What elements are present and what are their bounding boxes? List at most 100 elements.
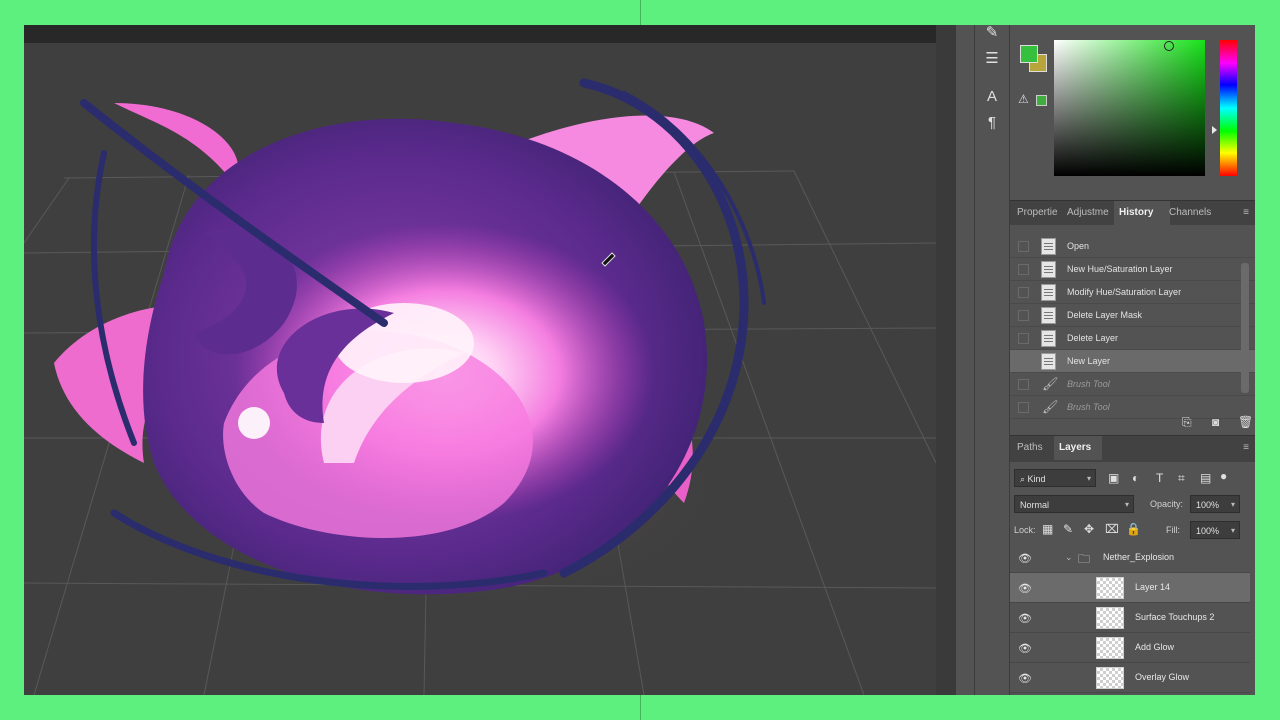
chevron-down-icon: ▾ <box>1124 500 1129 509</box>
brush-icon: 🖌 <box>1042 376 1059 391</box>
document-icon <box>1041 353 1056 370</box>
opacity-value: 100% <box>1196 500 1220 510</box>
filter-type-icon[interactable]: T <box>1156 471 1163 485</box>
layer-thumbnail <box>1096 667 1124 689</box>
panel-menu-icon[interactable]: ≡ <box>1243 207 1249 218</box>
tab-channels[interactable]: Channels <box>1164 201 1224 225</box>
document-icon <box>1041 238 1056 255</box>
opacity-field[interactable]: 100% ▾ <box>1190 495 1240 513</box>
layers-controls: ⌕ Kind ▾ ▣ ◐ T ⌗ ▤ ● Normal ▾ Opacity: 100… <box>1010 462 1255 552</box>
trash-icon[interactable]: 🗑 <box>1238 415 1253 429</box>
history-item-label: Modify Hue/Saturation Layer <box>1067 287 1182 297</box>
document-icon <box>1041 330 1056 347</box>
tab-adjustments[interactable]: Adjustme <box>1062 201 1122 225</box>
history-item[interactable]: New Hue/Saturation Layer <box>1010 258 1255 281</box>
history-brush-source-checkbox[interactable] <box>1018 333 1029 344</box>
history-item[interactable]: Open <box>1010 235 1255 258</box>
visibility-eye-icon[interactable]: 👁 <box>1018 612 1032 625</box>
layer-row[interactable]: 👁 Layer 14 <box>1010 573 1250 603</box>
history-item-label: Delete Layer <box>1067 333 1119 343</box>
layer-filter-dropdown[interactable]: ⌕ Kind ▾ <box>1014 469 1096 487</box>
chevron-down-icon[interactable]: ⌄ <box>1065 552 1073 563</box>
history-brush-source-checkbox[interactable] <box>1018 379 1029 390</box>
blend-mode-value: Normal <box>1020 500 1050 510</box>
lock-position-icon[interactable]: ✥ <box>1084 522 1094 536</box>
lock-transparent-icon[interactable]: ▦ <box>1042 522 1053 536</box>
history-item[interactable]: Delete Layer <box>1010 327 1255 350</box>
history-item-future[interactable]: 🖌 Brush Tool <box>1010 373 1255 396</box>
filter-adjustment-icon[interactable]: ◐ <box>1132 471 1139 485</box>
canvas-scroll-gutter <box>936 25 956 695</box>
history-brush-source-checkbox[interactable] <box>1018 264 1029 275</box>
brush-presets-icon[interactable]: ✎ <box>981 25 1003 43</box>
blend-mode-dropdown[interactable]: Normal ▾ <box>1014 495 1134 513</box>
layer-thumbnail <box>1096 637 1124 659</box>
layer-group-row[interactable]: 👁 ⌄ 🗀 Nether_Explosion <box>1010 543 1250 573</box>
history-item-label: New Layer <box>1067 356 1111 366</box>
paragraph-icon[interactable]: ¶ <box>981 111 1003 133</box>
document-icon <box>1041 284 1056 301</box>
history-item-label: New Hue/Saturation Layer <box>1067 264 1173 274</box>
color-field[interactable] <box>1054 40 1205 176</box>
gamut-swatch[interactable] <box>1036 95 1047 106</box>
folder-icon: 🗀 <box>1078 552 1091 566</box>
filter-toggle-icon[interactable]: ● <box>1220 469 1227 483</box>
history-brush-source-checkbox[interactable] <box>1018 310 1029 321</box>
color-picker-ring[interactable] <box>1164 41 1174 51</box>
history-item[interactable]: Delete Layer Mask <box>1010 304 1255 327</box>
new-document-from-state-icon[interactable]: ⎘ <box>1182 415 1192 430</box>
history-tabbar: Propertie Adjustme History Channels ≡ <box>1010 200 1255 225</box>
document-icon <box>1041 307 1056 324</box>
layer-thumbnail <box>1096 607 1124 629</box>
visibility-eye-icon[interactable]: 👁 <box>1018 582 1032 595</box>
hue-slider[interactable] <box>1220 40 1237 176</box>
history-item[interactable]: Modify Hue/Saturation Layer <box>1010 281 1255 304</box>
document-canvas[interactable] <box>24 43 936 695</box>
layer-group-name: Nether_Explosion <box>1103 552 1175 562</box>
tab-paths[interactable]: Paths <box>1012 436 1058 460</box>
layer-name: Layer 14 <box>1135 582 1171 592</box>
history-brush-source-checkbox[interactable] <box>1018 356 1029 367</box>
history-list: Open New Hue/Saturation Layer Modify Hue… <box>1010 235 1255 419</box>
camera-snapshot-icon[interactable]: ◙ <box>1212 415 1219 429</box>
lock-paint-brush-icon[interactable]: ✎ <box>1063 522 1073 536</box>
history-actions: ⎘ ◙ 🗑 <box>1010 411 1255 433</box>
layer-name: Overlay Glow <box>1135 672 1190 682</box>
color-panel: ⚠ <box>1010 25 1255 197</box>
fill-field[interactable]: 100% ▾ <box>1190 521 1240 539</box>
panel-icon-strip: ✎ ☰ A ¶ <box>974 25 1010 695</box>
document-icon <box>1041 261 1056 278</box>
history-item-active[interactable]: New Layer <box>1010 350 1255 373</box>
hue-slider-arrow-icon[interactable] <box>1212 126 1217 134</box>
visibility-eye-icon[interactable]: 👁 <box>1018 642 1032 655</box>
layer-name: Surface Touchups 2 <box>1135 612 1215 622</box>
tab-layers[interactable]: Layers <box>1054 436 1102 460</box>
layer-filter-value: Kind <box>1027 474 1046 484</box>
lock-all-icon[interactable]: 🔒 <box>1126 522 1141 536</box>
layer-name: Add Glow <box>1135 642 1175 652</box>
filter-shape-icon[interactable]: ⌗ <box>1178 471 1185 486</box>
filter-smart-object-icon[interactable]: ▤ <box>1200 471 1211 485</box>
foreground-color-swatch[interactable] <box>1020 45 1038 63</box>
visibility-eye-icon[interactable]: 👁 <box>1018 552 1032 565</box>
visibility-eye-icon[interactable]: 👁 <box>1018 672 1032 685</box>
lock-artboard-icon[interactable]: ⌧ <box>1105 522 1119 536</box>
lock-label: Lock: <box>1014 525 1036 535</box>
history-scrollbar[interactable] <box>1241 263 1249 393</box>
panel-menu-icon[interactable]: ≡ <box>1243 442 1249 453</box>
chevron-down-icon: ▾ <box>1230 526 1235 535</box>
tab-history[interactable]: History <box>1114 201 1170 225</box>
search-icon: ⌕ <box>1020 474 1028 484</box>
history-brush-source-checkbox[interactable] <box>1018 287 1029 298</box>
history-brush-source-checkbox[interactable] <box>1018 241 1029 252</box>
layer-row[interactable]: 👁 Surface Touchups 2 <box>1010 603 1250 633</box>
chevron-down-icon: ▾ <box>1086 474 1091 483</box>
adjustments-sliders-icon[interactable]: ☰ <box>981 47 1003 69</box>
gamut-warning-icon[interactable]: ⚠ <box>1018 92 1029 106</box>
fill-value: 100% <box>1196 526 1220 536</box>
layer-row[interactable]: 👁 Add Glow <box>1010 633 1250 663</box>
filter-pixel-icon[interactable]: ▣ <box>1108 471 1119 485</box>
character-icon[interactable]: A <box>981 85 1003 107</box>
layer-row[interactable]: 👁 Overlay Glow <box>1010 663 1250 693</box>
opacity-label: Opacity: <box>1150 499 1184 509</box>
